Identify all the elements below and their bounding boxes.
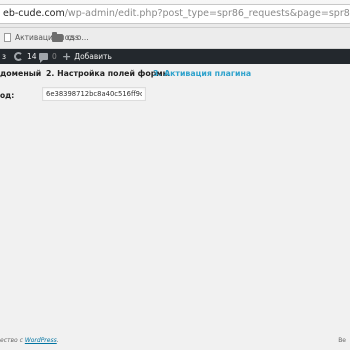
admin-bar-new-content[interactable]: + Добавить: [62, 49, 112, 64]
bookmark-item-css[interactable]: css: [52, 31, 79, 42]
code-label: од:: [0, 91, 15, 100]
step-domains[interactable]: доменый: [0, 69, 41, 78]
address-bar[interactable]: eb-cude.com/wp-admin/edit.php?post_type=…: [0, 4, 350, 24]
footer-suffix: .: [56, 337, 59, 344]
bookmarks-bar: Активация под о... css: [0, 28, 350, 49]
comments-count: 0: [52, 52, 57, 61]
activation-code-input[interactable]: [42, 87, 146, 101]
new-label: Добавить: [74, 52, 112, 61]
updates-count: 14: [27, 52, 37, 61]
step-plugin-activation[interactable]: 3. Активация плагина: [153, 69, 251, 78]
footer-version: Ве: [338, 337, 346, 344]
document-icon: [4, 33, 11, 42]
admin-bar-updates[interactable]: 14: [14, 49, 37, 64]
comment-icon: [39, 53, 48, 63]
footer-prefix: ество с: [0, 337, 25, 344]
url-path: /wp-admin/edit.php?post_type=spr86_reque…: [64, 8, 350, 19]
site-label: з: [2, 52, 6, 61]
admin-bar-site-menu[interactable]: з: [2, 49, 6, 64]
admin-bar-comments[interactable]: 0: [39, 49, 57, 64]
step-form-fields[interactable]: 2. Настройка полей формы: [46, 69, 170, 78]
url-host: eb-cude.com: [3, 8, 65, 19]
browser-toolbar: eb-cude.com/wp-admin/edit.php?post_type=…: [0, 0, 350, 28]
admin-bar: з 14 0 + Добавить: [0, 49, 350, 64]
plus-icon: +: [62, 50, 72, 63]
wordpress-link[interactable]: WordPress: [25, 337, 57, 344]
folder-icon: [52, 31, 63, 42]
refresh-icon: [14, 52, 23, 61]
bookmark-label: css: [67, 33, 79, 42]
footer-credit: ество с WordPress.: [0, 337, 59, 344]
